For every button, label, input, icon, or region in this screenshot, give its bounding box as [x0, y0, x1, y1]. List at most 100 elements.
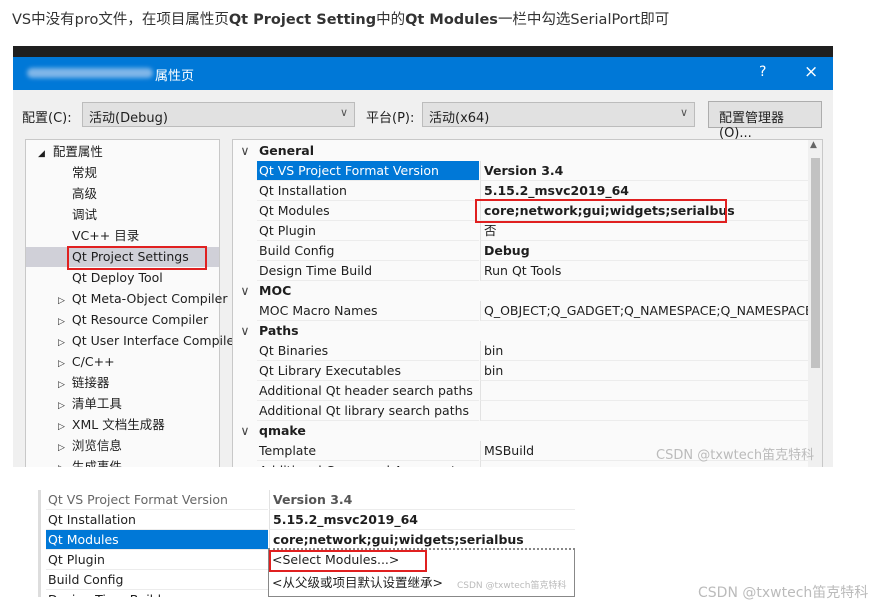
property-row[interactable]: MOC Macro Names Q_OBJECT;Q_GADGET;Q_NAMES…: [233, 301, 810, 321]
tree-item-label: Qt Deploy Tool: [72, 270, 163, 285]
property-value[interactable]: bin: [480, 361, 810, 381]
config-value: 活动(Debug): [89, 111, 168, 126]
tree-item-expandable[interactable]: ▷ 清单工具: [58, 394, 122, 414]
property-value[interactable]: 5.15.2_msvc2019_64: [480, 181, 810, 201]
tree-item[interactable]: Qt Deploy Tool: [72, 268, 163, 288]
expand-icon[interactable]: ▷: [58, 317, 65, 327]
tree-item[interactable]: 调试: [72, 205, 97, 225]
tree-item-label: XML 文档生成器: [71, 417, 165, 432]
expand-icon[interactable]: ▷: [58, 338, 65, 348]
expand-icon[interactable]: ▷: [58, 359, 65, 369]
property-name: Qt Plugin: [257, 221, 479, 241]
property-row[interactable]: Qt Installation 5.15.2_msvc2019_64: [38, 510, 575, 530]
collapse-icon[interactable]: ◢: [38, 149, 45, 159]
property-value[interactable]: core;network;gui;widgets;serialbus: [269, 530, 575, 550]
property-name: Additional Qt library search paths: [257, 401, 479, 421]
property-row[interactable]: Qt VS Project Format Version Version 3.4: [233, 161, 810, 181]
chevron-down-icon: ∨: [339, 106, 348, 119]
chevron-down-icon[interactable]: ∨: [233, 141, 257, 161]
title-bar: 属性页 ? ×: [13, 57, 833, 90]
tree-panel: ◢ 配置属性 常规 高级 调试 VC++ 目录 Qt Project Settings Qt …: [25, 139, 239, 467]
property-value[interactable]: bin: [480, 341, 810, 361]
config-select[interactable]: 活动(Debug) ∨: [82, 102, 355, 127]
property-name: Qt Binaries: [257, 341, 479, 361]
tree-item[interactable]: 常规: [72, 163, 97, 183]
tree-item-label: 调试: [72, 207, 98, 222]
expand-icon[interactable]: ▷: [58, 422, 65, 432]
category-row[interactable]: ∨ Paths: [233, 321, 808, 341]
tree-root[interactable]: ◢ 配置属性: [38, 142, 103, 162]
property-row[interactable]: Qt Installation 5.15.2_msvc2019_64: [233, 181, 810, 201]
chevron-down-icon[interactable]: ∨: [233, 421, 257, 441]
property-row[interactable]: Design Time Build Run Qt Tools: [233, 261, 810, 281]
property-name: Qt Library Executables: [257, 361, 479, 381]
property-value[interactable]: 5.15.2_msvc2019_64: [269, 510, 575, 530]
expand-icon[interactable]: ▷: [58, 443, 65, 453]
chevron-down-icon: ∨: [679, 106, 688, 119]
tree-item-label: 高级: [72, 186, 98, 201]
scroll-up-icon[interactable]: ▲: [810, 140, 817, 150]
help-button[interactable]: ?: [759, 64, 766, 80]
tree-root-label: 配置属性: [52, 144, 103, 159]
tree-item-expandable[interactable]: ▷ Qt Resource Compiler: [58, 310, 208, 330]
intro-part: VS中没有pro文件，在项目属性页: [12, 12, 229, 28]
property-row[interactable]: Qt Modules core;network;gui;widgets;seria…: [38, 530, 575, 550]
property-name: Qt VS Project Format Version: [46, 490, 268, 510]
tree-item-expandable[interactable]: ▷ C/C++: [58, 352, 115, 372]
chevron-down-icon[interactable]: ∨: [233, 321, 257, 341]
tree-item-label: C/C++: [71, 354, 115, 369]
property-name: Qt Plugin: [46, 550, 268, 570]
tree-item-label: Qt Meta-Object Compiler: [71, 291, 228, 306]
tree-item[interactable]: VC++ 目录: [72, 226, 139, 246]
tree-item-label: 清单工具: [71, 396, 122, 411]
expand-icon[interactable]: ▷: [58, 380, 65, 390]
property-row[interactable]: Build Config Debug: [233, 241, 810, 261]
category-row[interactable]: ∨ General: [233, 141, 808, 161]
inherit-option[interactable]: <从父级或项目默认设置继承>: [272, 572, 443, 591]
property-name: Design Time Build: [46, 590, 268, 597]
tree-item-expandable[interactable]: ▷ 链接器: [58, 373, 109, 393]
platform-value: 活动(x64): [429, 111, 490, 126]
property-value[interactable]: Version 3.4: [269, 490, 575, 510]
config-manager-button[interactable]: 配置管理器(O)...: [708, 101, 822, 141]
property-row[interactable]: Qt Binaries bin: [233, 341, 810, 361]
tree-item-expandable[interactable]: ▷ 生成事件: [58, 457, 122, 467]
dialog-title: 属性页: [155, 69, 195, 84]
property-value[interactable]: [480, 401, 810, 421]
tree-item-expandable[interactable]: ▷ 浏览信息: [58, 436, 122, 456]
intro-bold: Qt Modules: [405, 12, 498, 28]
property-value[interactable]: Run Qt Tools: [480, 261, 810, 281]
property-value[interactable]: Q_OBJECT;Q_GADGET;Q_NAMESPACE;Q_NAMESPAC…: [480, 301, 810, 321]
property-row[interactable]: Qt Plugin 否: [233, 221, 810, 241]
expand-icon[interactable]: ▷: [58, 464, 65, 467]
expand-icon[interactable]: ▷: [58, 296, 65, 306]
intro-part: 一栏中勾选SerialPort即可: [497, 12, 670, 28]
top-strip: [13, 46, 833, 57]
category-label: qmake: [259, 423, 306, 438]
property-row[interactable]: Additional Qt library search paths: [233, 401, 810, 421]
category-row[interactable]: ∨ qmake: [233, 421, 808, 441]
property-value[interactable]: Version 3.4: [480, 161, 810, 181]
property-name: Additional Command Arguments: [257, 461, 479, 467]
chevron-down-icon[interactable]: ∨: [233, 281, 257, 301]
category-row[interactable]: ∨ MOC: [233, 281, 808, 301]
property-row[interactable]: Qt VS Project Format Version Version 3.4: [38, 490, 575, 510]
close-button[interactable]: ×: [804, 62, 818, 82]
tree-item[interactable]: 高级: [72, 184, 97, 204]
property-value[interactable]: [480, 381, 810, 401]
property-value[interactable]: 否: [480, 221, 810, 241]
property-row[interactable]: Qt Library Executables bin: [233, 361, 810, 381]
platform-select[interactable]: 活动(x64) ∨: [422, 102, 695, 127]
modules-dropdown: <Select Modules...> <从父级或项目默认设置继承> CSDN …: [268, 548, 575, 597]
scrollbar-thumb[interactable]: [811, 158, 820, 368]
tree-item-expandable[interactable]: ▷ Qt User Interface Compiler: [58, 331, 239, 351]
property-name: MOC Macro Names: [257, 301, 479, 321]
tree-item-expandable[interactable]: ▷ Qt Meta-Object Compiler: [58, 289, 227, 309]
property-value[interactable]: Debug: [480, 241, 810, 261]
property-row[interactable]: Additional Qt header search paths: [233, 381, 810, 401]
expand-icon[interactable]: ▷: [58, 401, 65, 411]
highlight-box: [475, 199, 727, 223]
tree-item-label: Qt Resource Compiler: [71, 312, 209, 327]
tree-item-expandable[interactable]: ▷ XML 文档生成器: [58, 415, 165, 435]
property-name: Qt Modules: [46, 530, 268, 550]
